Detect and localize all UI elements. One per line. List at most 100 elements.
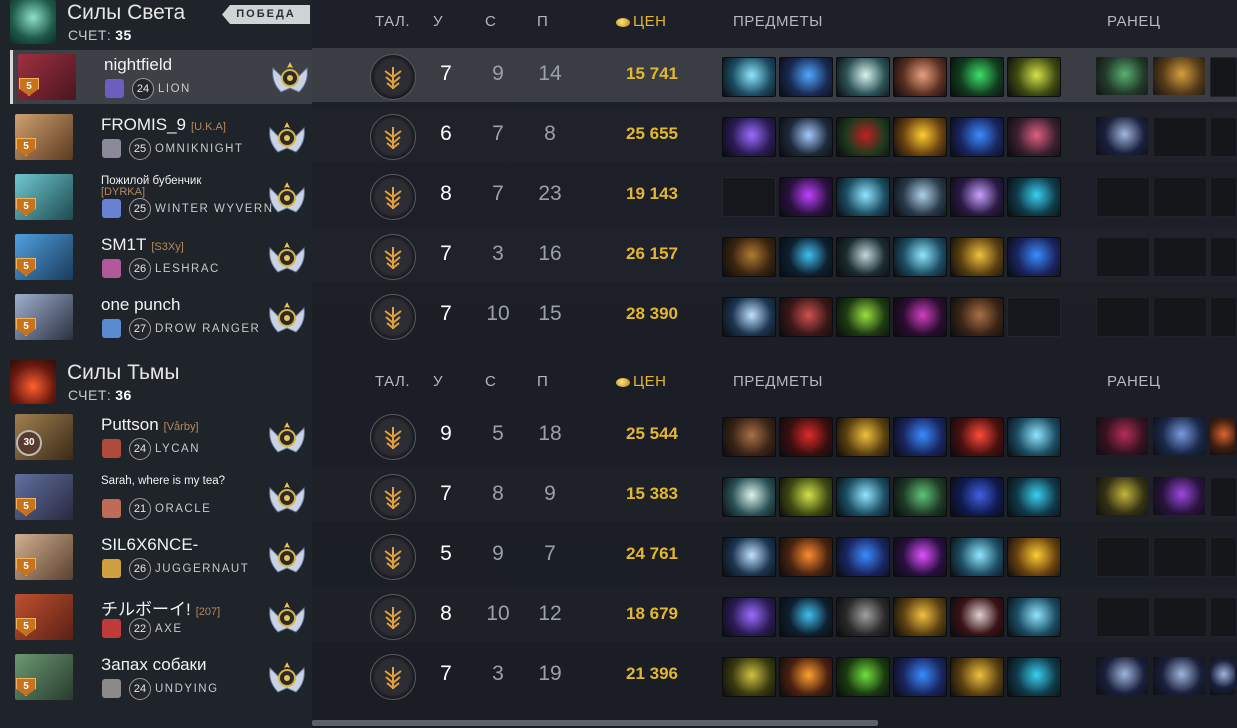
player-name[interactable]: one punch xyxy=(101,295,180,315)
talent-tree-icon[interactable] xyxy=(370,54,416,100)
column-header-assists[interactable]: П xyxy=(537,13,548,30)
talent-tree-icon[interactable] xyxy=(370,594,416,640)
hero-portrait[interactable]: 5 xyxy=(18,54,76,100)
scoreboard-row[interactable]: 7 9 14 15 741 xyxy=(312,48,1237,102)
scoreboard-row[interactable]: 5 9 7 24 761 xyxy=(312,528,1237,582)
empty-backpack-slot[interactable] xyxy=(1096,237,1150,277)
talent-tree-icon[interactable] xyxy=(370,654,416,700)
crescent-item-icon[interactable] xyxy=(722,597,776,637)
player-name[interactable]: Пожилой бубенчик [DYRKA] xyxy=(101,175,201,198)
scoreboard-row[interactable]: 7 10 15 28 390 xyxy=(312,288,1237,342)
talent-tree-icon[interactable] xyxy=(370,174,416,220)
column-header-kills[interactable]: У xyxy=(433,13,443,30)
horizontal-scrollbar[interactable] xyxy=(312,720,878,726)
green-sword-item-icon[interactable] xyxy=(836,657,890,697)
boots-green-item-icon[interactable] xyxy=(950,57,1004,97)
player-card[interactable]: 5 Пожилой бубенчик [DYRKA] 25 WINTER WYVERN xyxy=(10,170,312,224)
orb-purple-backpack-icon[interactable] xyxy=(1153,477,1205,515)
empty-backpack-slot[interactable] xyxy=(1210,477,1237,517)
scoreboard-row[interactable]: 7 3 19 21 396 xyxy=(312,648,1237,702)
player-name[interactable]: Запах собаки xyxy=(101,655,207,675)
column-header-kills[interactable]: У xyxy=(433,373,443,390)
rod-item-icon[interactable] xyxy=(779,177,833,217)
hero-portrait[interactable]: 5 xyxy=(15,594,73,640)
helm-gold-item-icon[interactable] xyxy=(950,237,1004,277)
dagon-item-icon[interactable] xyxy=(893,417,947,457)
empty-backpack-slot[interactable] xyxy=(1153,537,1207,577)
axe-item-icon[interactable] xyxy=(779,297,833,337)
moon-item-icon[interactable] xyxy=(722,297,776,337)
cross-item-icon[interactable] xyxy=(779,597,833,637)
blade-item-icon[interactable] xyxy=(1007,417,1061,457)
crimson-backpack-icon[interactable] xyxy=(1096,417,1148,455)
pot-item-icon[interactable] xyxy=(1007,177,1061,217)
hero-portrait[interactable]: 30 xyxy=(15,414,73,460)
player-card[interactable]: 5 nightfield 24 LION xyxy=(10,50,315,104)
spiral-item-icon[interactable] xyxy=(893,537,947,577)
dagon-item-icon[interactable] xyxy=(1007,237,1061,277)
empty-backpack-slot[interactable] xyxy=(1210,537,1237,577)
player-card[interactable]: 5 チルボーイ! [207] 22 AXE xyxy=(10,590,312,644)
lance-item-icon[interactable] xyxy=(779,117,833,157)
player-name[interactable]: チルボーイ! [207] xyxy=(101,595,220,620)
fire-axe-item-icon[interactable] xyxy=(779,537,833,577)
claw-item-icon[interactable] xyxy=(1007,57,1061,97)
leather-boots-item-icon[interactable] xyxy=(950,297,1004,337)
column-header-talent[interactable]: ТАЛ. xyxy=(375,13,410,30)
player-name[interactable]: Puttson [Vårby] xyxy=(101,415,199,435)
red-axe-item-icon[interactable] xyxy=(950,417,1004,457)
empty-backpack-slot[interactable] xyxy=(1153,117,1207,157)
hero-portrait[interactable]: 5 xyxy=(15,474,73,520)
fire-orb-item-icon[interactable] xyxy=(779,657,833,697)
blade-item-icon[interactable] xyxy=(950,537,1004,577)
blade-item-icon[interactable] xyxy=(836,177,890,217)
dagon-item-icon[interactable] xyxy=(893,657,947,697)
empty-backpack-slot[interactable] xyxy=(1210,597,1237,637)
dagon-item-icon[interactable] xyxy=(836,537,890,577)
player-name[interactable]: SIL6X6NCE- xyxy=(101,535,198,555)
gem-backpack-icon[interactable] xyxy=(1096,477,1148,515)
empty-item-slot[interactable] xyxy=(1007,297,1061,337)
cape-item-icon[interactable] xyxy=(950,477,1004,517)
wind-lace-item-icon[interactable] xyxy=(722,477,776,517)
gold-sword-item-icon[interactable] xyxy=(1007,537,1061,577)
column-header-backpack[interactable]: РАНЕЦ xyxy=(1107,373,1160,390)
cluster-item-icon[interactable] xyxy=(893,177,947,217)
talent-tree-icon[interactable] xyxy=(370,294,416,340)
hero-portrait[interactable]: 5 xyxy=(15,114,73,160)
column-header-talent[interactable]: ТАЛ. xyxy=(375,373,410,390)
helm-item-icon[interactable] xyxy=(836,117,890,157)
empty-backpack-slot[interactable] xyxy=(1210,237,1237,277)
empty-item-slot[interactable] xyxy=(722,177,776,217)
player-card[interactable]: 5 Запах собаки 24 UNDYING xyxy=(10,650,312,704)
scoreboard-row[interactable]: 6 7 8 25 655 xyxy=(312,108,1237,162)
helm-gold-item-icon[interactable] xyxy=(893,597,947,637)
moon-item-icon[interactable] xyxy=(722,537,776,577)
purple-blade-item-icon[interactable] xyxy=(893,297,947,337)
scoreboard-row[interactable]: 7 3 16 26 157 xyxy=(312,228,1237,282)
empty-backpack-slot[interactable] xyxy=(1210,117,1237,157)
dagon-item-icon[interactable] xyxy=(950,117,1004,157)
pot-item-icon[interactable] xyxy=(1007,477,1061,517)
talent-tree-icon[interactable] xyxy=(370,414,416,460)
helm-gold-item-icon[interactable] xyxy=(950,657,1004,697)
column-header-items[interactable]: ПРЕДМЕТЫ xyxy=(733,13,823,30)
column-header-deaths[interactable]: С xyxy=(485,373,496,390)
blade-item-icon[interactable] xyxy=(836,477,890,517)
hero-portrait[interactable]: 5 xyxy=(15,654,73,700)
crystal-backpack-icon[interactable] xyxy=(1096,117,1148,155)
column-header-backpack[interactable]: РАНЕЦ xyxy=(1107,13,1160,30)
empty-backpack-slot[interactable] xyxy=(1096,537,1150,577)
claw-item-icon[interactable] xyxy=(779,477,833,517)
boots-item-icon[interactable] xyxy=(722,237,776,277)
blade-item-icon[interactable] xyxy=(1007,597,1061,637)
talent-tree-icon[interactable] xyxy=(370,234,416,280)
column-header-net-worth[interactable]: ЦЕН xyxy=(616,373,666,390)
horn-item-icon[interactable] xyxy=(722,657,776,697)
chain-item-icon[interactable] xyxy=(950,177,1004,217)
empty-backpack-slot[interactable] xyxy=(1153,597,1207,637)
gold-sword-item-icon[interactable] xyxy=(893,117,947,157)
staff-backpack-icon[interactable] xyxy=(1096,57,1148,95)
column-header-net-worth[interactable]: ЦЕН xyxy=(616,13,666,30)
talent-tree-icon[interactable] xyxy=(370,114,416,160)
